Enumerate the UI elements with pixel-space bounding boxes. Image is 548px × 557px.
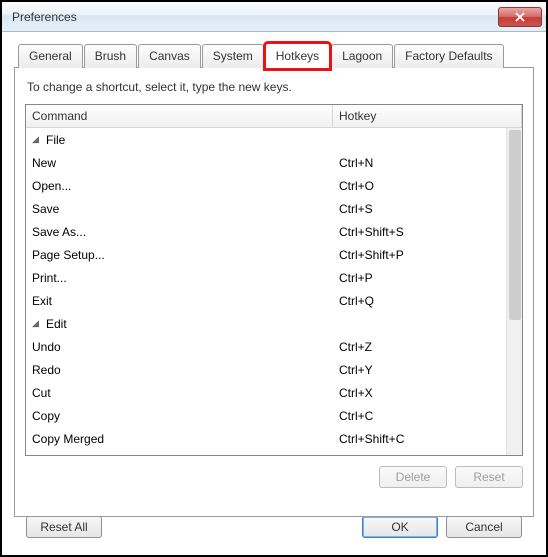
list-body: ◢FileNewCtrl+NOpen...Ctrl+OSaveCtrl+SSav… bbox=[26, 128, 506, 455]
tree-item[interactable]: Print... Ctrl+P bbox=[26, 266, 506, 289]
command-cell: Exit bbox=[26, 294, 333, 308]
command-cell: Save As... bbox=[26, 225, 333, 239]
panel-button-row: Delete Reset bbox=[25, 466, 523, 488]
tab-lagoon[interactable]: Lagoon bbox=[331, 44, 393, 68]
tab-strip: General Brush Canvas System Hotkeys Lago… bbox=[18, 42, 534, 68]
command-label: Open... bbox=[32, 179, 71, 193]
hotkey-cell: Ctrl+Q bbox=[333, 294, 506, 308]
command-label: Redo bbox=[32, 363, 61, 377]
command-cell: Copy bbox=[26, 409, 333, 423]
command-label: Copy bbox=[32, 409, 60, 423]
tree-item[interactable]: Redo Ctrl+Y bbox=[26, 358, 506, 381]
vertical-scrollbar[interactable] bbox=[506, 128, 522, 455]
hotkey-cell: Ctrl+Shift+P bbox=[333, 248, 506, 262]
command-cell: ◢ File bbox=[26, 133, 333, 147]
expand-toggle-icon[interactable]: ◢ bbox=[32, 318, 42, 329]
tree-item[interactable]: Save Ctrl+S bbox=[26, 197, 506, 220]
command-label: File bbox=[46, 133, 65, 147]
tree-item[interactable]: New Ctrl+N bbox=[26, 151, 506, 174]
tab-factory-defaults[interactable]: Factory Defaults bbox=[394, 44, 503, 68]
tree-item[interactable]: Copy Ctrl+C bbox=[26, 404, 506, 427]
tree-item[interactable]: Undo Ctrl+Z bbox=[26, 335, 506, 358]
command-label: Page Setup... bbox=[32, 248, 105, 262]
command-cell: Cut bbox=[26, 386, 333, 400]
command-label: Undo bbox=[32, 340, 61, 354]
command-cell: Save bbox=[26, 202, 333, 216]
hotkey-cell: Ctrl+O bbox=[333, 179, 506, 193]
command-label: Paste bbox=[32, 455, 63, 456]
hotkey-cell: Ctrl+Y bbox=[333, 363, 506, 377]
cancel-button[interactable]: Cancel bbox=[446, 516, 522, 538]
title-bar: Preferences bbox=[2, 2, 546, 32]
tree-item[interactable]: Open... Ctrl+O bbox=[26, 174, 506, 197]
command-label: Save As... bbox=[32, 225, 86, 239]
command-cell: Copy Merged bbox=[26, 432, 333, 446]
tree-item[interactable]: Copy Merged Ctrl+Shift+C bbox=[26, 427, 506, 450]
close-button[interactable] bbox=[498, 7, 542, 27]
close-icon bbox=[515, 12, 525, 22]
tree-item[interactable]: Cut Ctrl+X bbox=[26, 381, 506, 404]
tab-general[interactable]: General bbox=[18, 44, 83, 68]
command-cell: Undo bbox=[26, 340, 333, 354]
hotkey-cell: Ctrl+S bbox=[333, 202, 506, 216]
command-cell: Open... bbox=[26, 179, 333, 193]
command-label: Save bbox=[32, 202, 59, 216]
dialog-button-bar: Reset All OK Cancel bbox=[14, 516, 534, 538]
command-label: New bbox=[32, 156, 56, 170]
delete-button[interactable]: Delete bbox=[379, 466, 447, 488]
ok-button[interactable]: OK bbox=[362, 516, 438, 538]
command-cell: Page Setup... bbox=[26, 248, 333, 262]
command-label: Exit bbox=[32, 294, 52, 308]
tab-canvas[interactable]: Canvas bbox=[138, 44, 201, 68]
tree-item[interactable]: Page Setup... Ctrl+Shift+P bbox=[26, 243, 506, 266]
tab-panel-hotkeys: To change a shortcut, select it, type th… bbox=[14, 67, 534, 517]
hotkey-cell: Ctrl+X bbox=[333, 386, 506, 400]
hotkey-cell: Ctrl+Z bbox=[333, 340, 506, 354]
window-title: Preferences bbox=[6, 10, 498, 24]
tree-group[interactable]: ◢ File bbox=[26, 128, 506, 151]
command-label: Edit bbox=[46, 317, 67, 331]
command-cell: Redo bbox=[26, 363, 333, 377]
command-label: Cut bbox=[32, 386, 51, 400]
scroll-thumb[interactable] bbox=[509, 130, 521, 320]
command-cell: Print... bbox=[26, 271, 333, 285]
hotkey-cell: Ctrl+Shift+C bbox=[333, 432, 506, 446]
tab-system[interactable]: System bbox=[202, 44, 264, 68]
column-header-hotkey[interactable]: Hotkey bbox=[333, 105, 522, 127]
hotkey-cell: Ctrl+V bbox=[333, 455, 506, 456]
expand-toggle-icon[interactable]: ◢ bbox=[32, 134, 42, 145]
client-area: General Brush Canvas System Hotkeys Lago… bbox=[2, 32, 546, 548]
command-cell: ◢ Edit bbox=[26, 317, 333, 331]
reset-all-button[interactable]: Reset All bbox=[26, 516, 102, 538]
command-label: Copy Merged bbox=[32, 432, 104, 446]
tab-container: General Brush Canvas System Hotkeys Lago… bbox=[14, 42, 534, 518]
hotkey-list: Command Hotkey ◢ File New Ctrl+N Open... Ctrl… bbox=[25, 104, 523, 456]
command-cell: New bbox=[26, 156, 333, 170]
command-label: Print... bbox=[32, 271, 67, 285]
tree-group[interactable]: ◢ Edit bbox=[26, 312, 506, 335]
list-header: Command Hotkey bbox=[26, 105, 522, 128]
column-header-command[interactable]: Command bbox=[26, 105, 333, 127]
hotkey-cell: Ctrl+Shift+S bbox=[333, 225, 506, 239]
tab-brush[interactable]: Brush bbox=[84, 44, 137, 68]
command-cell: Paste bbox=[26, 455, 333, 456]
tree-item[interactable]: Exit Ctrl+Q bbox=[26, 289, 506, 312]
hotkey-cell: Ctrl+N bbox=[333, 156, 506, 170]
tree-item[interactable]: Save As... Ctrl+Shift+S bbox=[26, 220, 506, 243]
tab-hotkeys[interactable]: Hotkeys bbox=[265, 43, 330, 69]
instruction-text: To change a shortcut, select it, type th… bbox=[27, 80, 523, 94]
reset-button[interactable]: Reset bbox=[455, 466, 523, 488]
hotkey-cell: Ctrl+C bbox=[333, 409, 506, 423]
tree-item[interactable]: Paste Ctrl+V bbox=[26, 450, 506, 455]
hotkey-cell: Ctrl+P bbox=[333, 271, 506, 285]
